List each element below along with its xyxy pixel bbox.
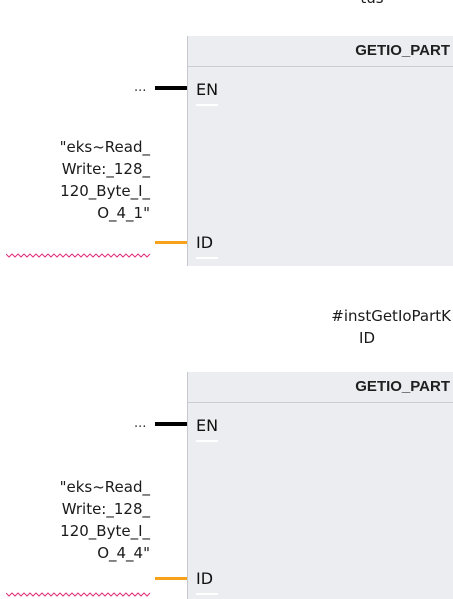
instance-label: #instGetIoPartK ID [270,305,453,349]
pin-id-label[interactable]: ID [196,569,213,588]
pin-id-marker [196,593,218,595]
block-header: GETIO_PART [188,36,453,67]
en-wire [155,86,187,90]
operand-line: Write:_128_ [61,160,150,178]
operand-line: "eks~Read_ [59,478,150,496]
en-wire [155,422,187,426]
function-block-getio-part-2[interactable]: GETIO_PART EN ID [187,372,453,599]
instance-label-line: ID [359,329,375,347]
instance-label-text: tus [342,0,402,7]
pin-en-marker [196,104,218,106]
id-wire [155,577,187,580]
operand-line: 120_Byte_I_ [60,182,150,200]
block-title: GETIO_PART [355,378,450,395]
pin-en-label[interactable]: EN [196,80,218,99]
pin-en-label[interactable]: EN [196,416,218,435]
operand-line: O_4_4" [97,544,150,562]
operand-line: O_4_1" [97,204,150,222]
operand-line: "eks~Read_ [59,138,150,156]
id-operand[interactable]: "eks~Read_ Write:_128_ 120_Byte_I_ O_4_4… [0,476,150,564]
error-underline [6,253,151,258]
block-header: GETIO_PART [188,372,453,403]
id-wire [155,241,187,244]
en-open-connector[interactable]: ... [134,80,146,95]
pin-id-marker [196,257,218,259]
instance-label-top: tus [342,0,402,7]
instance-label-line: #instGetIoPartK [331,307,451,325]
operand-line: Write:_128_ [61,500,150,518]
pin-en-marker [196,440,218,442]
id-operand[interactable]: "eks~Read_ Write:_128_ 120_Byte_I_ O_4_1… [0,136,150,224]
error-underline [6,592,151,597]
function-block-getio-part-1[interactable]: GETIO_PART EN ID [187,36,453,266]
pin-id-label[interactable]: ID [196,233,213,252]
en-open-connector[interactable]: ... [134,416,146,431]
block-title: GETIO_PART [355,42,450,59]
operand-line: 120_Byte_I_ [60,522,150,540]
